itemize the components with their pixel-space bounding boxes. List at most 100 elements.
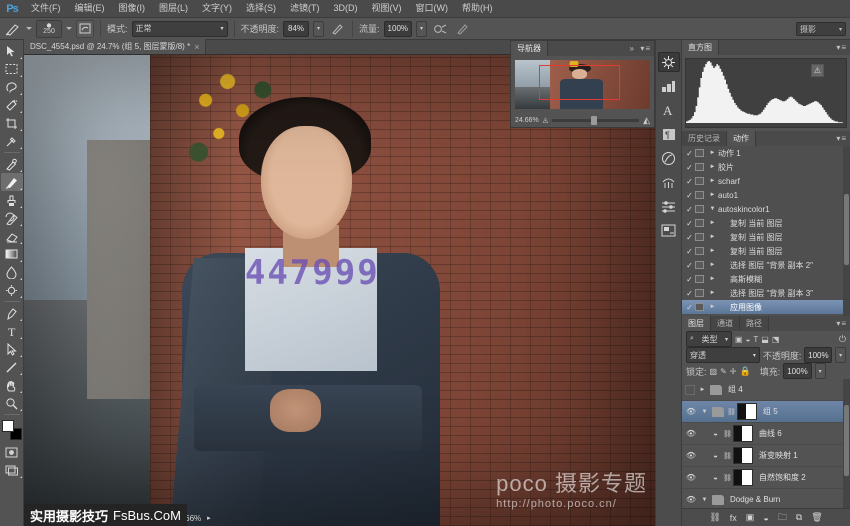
action-enabled-checkbox[interactable]: ✓ xyxy=(684,163,695,172)
color-swatches[interactable] xyxy=(2,420,22,440)
action-dialog-toggle[interactable] xyxy=(695,205,704,213)
new-layer-icon[interactable]: ⧉ xyxy=(796,512,802,523)
airbrush-icon[interactable] xyxy=(431,20,449,38)
zoom-tool[interactable] xyxy=(1,394,23,412)
blur-tool[interactable] xyxy=(1,263,23,281)
layer-row[interactable]: 👁◒⛓自然饱和度 2 xyxy=(682,467,850,489)
layer-group-chevron-icon[interactable]: ▼ xyxy=(700,497,709,503)
line-shape-tool[interactable] xyxy=(1,358,23,376)
action-enabled-checkbox[interactable]: ✓ xyxy=(684,275,695,284)
action-enabled-checkbox[interactable]: ✓ xyxy=(684,289,695,298)
lasso-tool[interactable] xyxy=(1,78,23,96)
layer-visibility-icon[interactable]: 👁 xyxy=(685,407,697,416)
screen-mode-icon[interactable] xyxy=(1,461,23,479)
menu-select[interactable]: 选择(S) xyxy=(239,0,283,17)
lock-transparency-icon[interactable]: ▨ xyxy=(710,367,718,376)
tab-channels[interactable]: 通道 xyxy=(711,316,740,331)
action-expand-chevron-icon[interactable]: ► xyxy=(707,276,718,282)
horizontal-type-tool[interactable]: T xyxy=(1,322,23,340)
adjustments-dock-icon[interactable] xyxy=(658,196,680,216)
delete-layer-icon[interactable]: 🗑 xyxy=(811,512,822,523)
layer-visibility-icon[interactable]: 👁 xyxy=(685,473,697,482)
layer-visibility-icon[interactable]: 👁 xyxy=(685,495,697,504)
action-dialog-toggle[interactable] xyxy=(695,261,704,269)
menu-window[interactable]: 窗口(W) xyxy=(409,0,456,17)
gradient-tool[interactable] xyxy=(1,245,23,263)
layer-row[interactable]: 👁◒⛓曲线 6 xyxy=(682,423,850,445)
lock-position-icon[interactable]: ✛ xyxy=(730,367,737,376)
menu-type[interactable]: 文字(Y) xyxy=(195,0,239,17)
action-item[interactable]: ✓►scharf xyxy=(682,174,850,188)
status-chevron-icon[interactable]: ▸ xyxy=(207,514,211,522)
layer-row[interactable]: 👁▼⛓组 5 xyxy=(682,401,850,423)
action-dialog-toggle[interactable] xyxy=(695,219,704,227)
menu-3d[interactable]: 3D(D) xyxy=(327,0,365,17)
action-enabled-checkbox[interactable]: ✓ xyxy=(684,247,695,256)
zoom-in-icon[interactable]: ◭ xyxy=(643,115,650,126)
action-item[interactable]: ✓►复制 当前 图层 xyxy=(682,216,850,230)
layer-mask-link-icon[interactable]: ⛓ xyxy=(723,452,730,460)
opacity-input[interactable]: 84% xyxy=(283,21,309,37)
action-dialog-toggle[interactable] xyxy=(695,149,704,157)
layers-list[interactable]: ►组 4👁▼⛓组 5👁◒⛓曲线 6👁◒⛓渐变映射 1👁◒⛓自然饱和度 2👁▼Do… xyxy=(682,379,850,508)
action-enabled-checkbox[interactable]: ✓ xyxy=(684,219,695,228)
layer-opacity-stepper[interactable]: ▾ xyxy=(835,347,846,363)
layer-mask-thumbnail[interactable] xyxy=(737,403,757,420)
action-item[interactable]: ✓▼autoskincolor1 xyxy=(682,202,850,216)
layer-row[interactable]: 👁◒⛓渐变映射 1 xyxy=(682,445,850,467)
menu-view[interactable]: 视图(V) xyxy=(365,0,409,17)
layer-group-chevron-icon[interactable]: ► xyxy=(698,387,707,393)
action-item[interactable]: ✓►复制 当前 图层 xyxy=(682,244,850,258)
layer-mask-link-icon[interactable]: ⛓ xyxy=(723,430,730,438)
layer-style-icon[interactable]: fx xyxy=(730,513,737,523)
path-selection-tool[interactable] xyxy=(1,340,23,358)
link-layers-icon[interactable]: ⛓ xyxy=(709,512,720,523)
action-dialog-toggle[interactable] xyxy=(695,247,704,255)
action-expand-chevron-icon[interactable]: ► xyxy=(707,304,718,310)
action-expand-chevron-icon[interactable]: ► xyxy=(707,178,718,184)
document-tab[interactable]: DSC_4554.psd @ 24.7% (组 5, 图层蒙版/8) * × xyxy=(24,39,206,54)
close-icon[interactable]: × xyxy=(194,42,199,52)
layer-mask-thumbnail[interactable] xyxy=(733,447,753,464)
panel-menu-icon[interactable]: ▾≡ xyxy=(836,134,847,143)
layer-mask-icon[interactable]: ▣ xyxy=(746,512,755,523)
action-enabled-checkbox[interactable]: ✓ xyxy=(684,233,695,242)
action-item[interactable]: ✓►复制 当前 图层 xyxy=(682,230,850,244)
navigator-view-box[interactable] xyxy=(539,65,620,100)
brush-panel-toggle-icon[interactable] xyxy=(76,20,94,38)
flow-stepper[interactable]: ▾ xyxy=(416,21,427,37)
move-tool[interactable] xyxy=(1,42,23,60)
histogram-dock-icon[interactable] xyxy=(658,52,680,72)
action-enabled-checkbox[interactable]: ✓ xyxy=(684,177,695,186)
lock-image-icon[interactable]: ✎ xyxy=(720,367,727,376)
action-item[interactable]: ✓►选择 图层 "背景 副本 2" xyxy=(682,258,850,272)
action-enabled-checkbox[interactable]: ✓ xyxy=(684,191,695,200)
action-expand-chevron-icon[interactable]: ► xyxy=(707,164,718,170)
action-item[interactable]: ✓►选择 图层 "背景 副本 3" xyxy=(682,286,850,300)
workspace-select[interactable]: 摄影 ▾ xyxy=(796,22,846,36)
action-expand-chevron-icon[interactable]: ► xyxy=(707,248,718,254)
tab-navigator[interactable]: 导航器 xyxy=(511,41,548,56)
tab-actions[interactable]: 动作 xyxy=(727,131,756,146)
action-enabled-checkbox[interactable]: ✓ xyxy=(684,303,695,312)
action-expand-chevron-icon[interactable]: ► xyxy=(707,262,718,268)
menu-help[interactable]: 帮助(H) xyxy=(455,0,500,17)
menu-file[interactable]: 文件(F) xyxy=(24,0,68,17)
pressure-size-icon[interactable] xyxy=(453,20,471,38)
action-dialog-toggle[interactable] xyxy=(695,303,704,311)
layer-row[interactable]: 👁▼Dodge & Burn xyxy=(682,489,850,508)
action-expand-chevron-icon[interactable]: ► xyxy=(707,150,718,156)
action-enabled-checkbox[interactable]: ✓ xyxy=(684,149,695,158)
brush-preset-dock-icon[interactable] xyxy=(658,172,680,192)
tab-layers[interactable]: 图层 xyxy=(682,316,711,331)
layer-mask-link-icon[interactable]: ⛓ xyxy=(727,408,734,416)
foreground-color-swatch[interactable] xyxy=(2,420,14,432)
action-dialog-toggle[interactable] xyxy=(695,163,704,171)
navigator-zoom-slider[interactable] xyxy=(552,119,639,122)
pen-tool[interactable] xyxy=(1,304,23,322)
layer-row[interactable]: ►组 4 xyxy=(682,379,850,401)
navigator-zoom-value[interactable]: 24.66% xyxy=(515,117,539,124)
action-dialog-toggle[interactable] xyxy=(695,177,704,185)
pixel-filter-icon[interactable]: ▣ xyxy=(735,335,743,344)
layer-fill-stepper[interactable]: ▾ xyxy=(815,363,826,379)
